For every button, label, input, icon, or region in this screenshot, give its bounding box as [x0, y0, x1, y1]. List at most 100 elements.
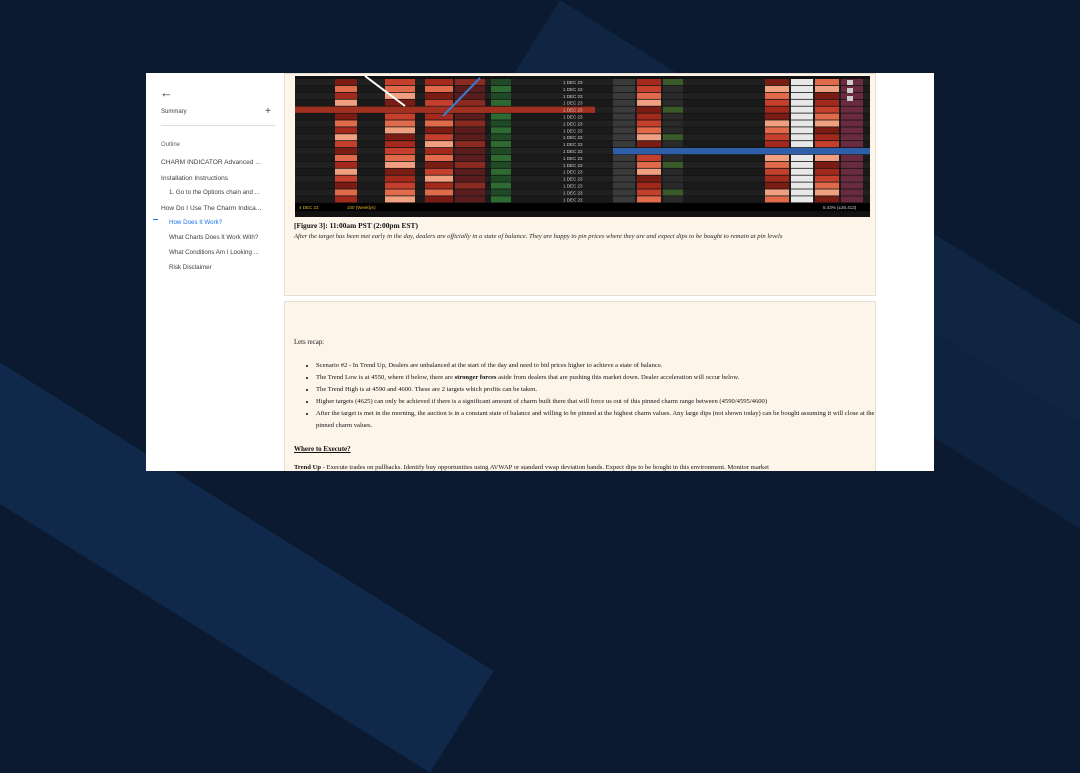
grid-cell	[815, 196, 839, 203]
divider	[161, 125, 275, 126]
outline-sidebar: ← Summary + Outline CHARM INDICATOR Adva…	[146, 73, 284, 471]
grid-cell	[637, 79, 661, 86]
grid-cell	[335, 196, 357, 203]
document-page: Lets recap: Scenario #2 - In Trend Up, D…	[284, 301, 876, 471]
grid-cell	[335, 92, 357, 99]
grid-cell	[425, 127, 453, 134]
back-arrow-icon[interactable]: ←	[160, 85, 173, 100]
footer-mid: 100 (Weeklys)	[347, 205, 376, 210]
outline-item[interactable]: Installation Instructions	[161, 175, 228, 182]
grid-cell	[663, 168, 683, 175]
grid-cell	[663, 134, 683, 141]
add-summary-button[interactable]: +	[265, 106, 271, 117]
grid-cell	[455, 148, 485, 155]
grid-cell	[841, 196, 863, 203]
grid-cell	[613, 175, 635, 182]
footer-left: 4 DEC 23	[299, 205, 319, 210]
grid-cell	[613, 134, 635, 141]
grid-cell	[791, 106, 813, 113]
grid-cell	[663, 182, 683, 189]
grid-cell	[765, 182, 789, 189]
outline-item-active[interactable]: How Does It Work?	[169, 219, 222, 226]
grid-cell	[335, 161, 357, 168]
date-cell: 1 DEC 23	[563, 87, 583, 92]
grid-cell	[815, 168, 839, 175]
grid-cell	[663, 196, 683, 203]
recap-bullet: Scenario #2 - In Trend Up, Dealers are u…	[316, 360, 886, 372]
grid-cell	[491, 92, 511, 99]
grid-cell	[425, 79, 453, 86]
highlight-row	[613, 148, 870, 155]
grid-cell	[425, 120, 453, 127]
date-cell: 1 DEC 23	[563, 163, 583, 168]
grid-cell	[425, 92, 453, 99]
grid-cell	[663, 106, 683, 113]
outline-item[interactable]: 1. Go to the Options chain and ...	[169, 189, 260, 196]
grid-cell	[455, 182, 485, 189]
grid-cell	[791, 189, 813, 196]
outline-item[interactable]: What Conditions Am I Looking ...	[169, 249, 259, 256]
grid-cell	[815, 79, 839, 86]
grid-cell	[637, 175, 661, 182]
grid-cell	[613, 196, 635, 203]
grid-cell	[455, 175, 485, 182]
grid-cell	[791, 161, 813, 168]
grid-cell	[425, 134, 453, 141]
grid-cell	[663, 161, 683, 168]
highlight-row	[295, 106, 595, 113]
date-cell: 1 DEC 23	[563, 177, 583, 182]
grid-cell	[637, 134, 661, 141]
outline-item[interactable]: CHARM INDICATOR Advanced ...	[161, 159, 261, 166]
grid-cell	[815, 127, 839, 134]
outline-item[interactable]: How Do I Use The Charm Indica...	[161, 205, 261, 212]
grid-cell	[815, 120, 839, 127]
grid-cell	[663, 175, 683, 182]
grid-cell	[815, 106, 839, 113]
recap-list: Scenario #2 - In Trend Up, Dealers are u…	[294, 360, 886, 432]
grid-cell	[425, 196, 453, 203]
grid-cell	[765, 141, 789, 148]
grid-cell	[335, 85, 357, 92]
grid-cell	[791, 92, 813, 99]
grid-cell	[385, 161, 415, 168]
grid-cell	[841, 106, 863, 113]
grid-cell	[491, 154, 511, 161]
grid-cell	[841, 113, 863, 120]
grid-cell	[491, 161, 511, 168]
grid-cell	[613, 141, 635, 148]
grid-cell	[765, 134, 789, 141]
grid-cell	[765, 106, 789, 113]
date-cell: 1 DEC 23	[563, 80, 583, 85]
grid-cell	[385, 134, 415, 141]
grid-cell	[335, 127, 357, 134]
outline-item[interactable]: Risk Disclaimer	[169, 264, 212, 271]
grid-cell	[765, 189, 789, 196]
grid-cell	[663, 92, 683, 99]
grid-cell	[335, 148, 357, 155]
grid-cell	[791, 79, 813, 86]
grid-cell	[613, 154, 635, 161]
grid-cell	[613, 113, 635, 120]
grid-cell	[335, 99, 357, 106]
grid-cell	[637, 113, 661, 120]
grid-cell	[491, 182, 511, 189]
grid-cell	[455, 154, 485, 161]
date-cell: 1 DEC 23	[563, 190, 583, 195]
document-body: 1 DEC 23 1 DEC 23 1 DEC 23 1 DEC 23 1 DEC 23…	[284, 73, 934, 471]
grid-cell	[425, 154, 453, 161]
grid-cell	[663, 99, 683, 106]
grid-cell	[637, 120, 661, 127]
options-chain-screenshot: 1 DEC 23 1 DEC 23 1 DEC 23 1 DEC 23 1 DEC 23…	[295, 76, 870, 217]
grid-cell	[841, 182, 863, 189]
grid-cell	[663, 113, 683, 120]
grid-cell	[637, 168, 661, 175]
grid-cell	[335, 134, 357, 141]
grid-cell	[815, 113, 839, 120]
grid-cell	[491, 134, 511, 141]
date-cell: 1 DEC 23	[563, 184, 583, 189]
grid-cell	[765, 120, 789, 127]
toolbar-icon	[847, 88, 853, 93]
grid-cell	[491, 141, 511, 148]
grid-cell	[791, 99, 813, 106]
outline-item[interactable]: What Charts Does It Work With?	[169, 234, 258, 241]
